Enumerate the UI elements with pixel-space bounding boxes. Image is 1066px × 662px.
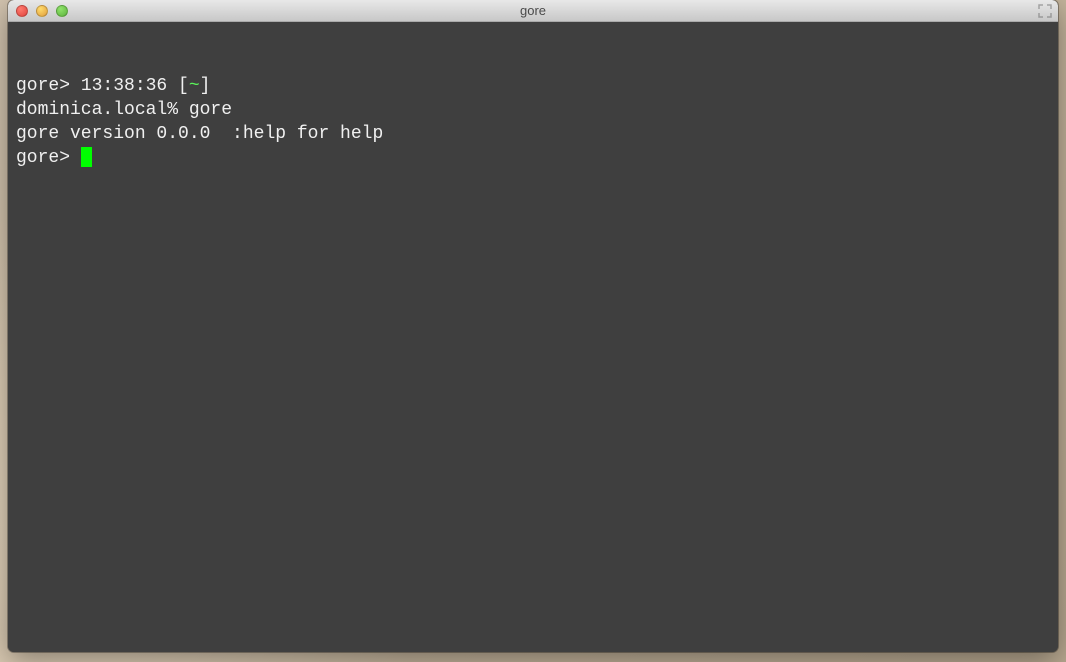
zoom-button[interactable] <box>56 5 68 17</box>
fullscreen-icon[interactable] <box>1038 4 1052 18</box>
terminal-line: gore> <box>16 146 1050 170</box>
close-button[interactable] <box>16 5 28 17</box>
terminal-line: gore> 13:38:36 [~] <box>16 74 1050 98</box>
minimize-button[interactable] <box>36 5 48 17</box>
path-bracket-open: [ <box>178 76 189 96</box>
traffic-lights <box>8 5 68 17</box>
cursor-block <box>81 147 92 167</box>
terminal-window: gore gore> 13:38:36 [~]dominica.local% g… <box>8 0 1058 652</box>
prompt-text: gore> <box>16 76 81 96</box>
window-title: gore <box>8 3 1058 18</box>
path-tilde: ~ <box>189 76 200 96</box>
path-bracket-close: ] <box>200 76 211 96</box>
timestamp-text: 13:38:36 <box>81 76 178 96</box>
host-prompt: dominica.local% <box>16 100 189 120</box>
prompt-text: gore> <box>16 148 81 168</box>
terminal-body[interactable]: gore> 13:38:36 [~]dominica.local% gorego… <box>8 22 1058 652</box>
terminal-line: gore version 0.0.0 :help for help <box>16 122 1050 146</box>
terminal-line: dominica.local% gore <box>16 98 1050 122</box>
window-titlebar[interactable]: gore <box>8 0 1058 22</box>
version-text: gore version 0.0.0 :help for help <box>16 124 383 144</box>
command-text: gore <box>189 100 232 120</box>
